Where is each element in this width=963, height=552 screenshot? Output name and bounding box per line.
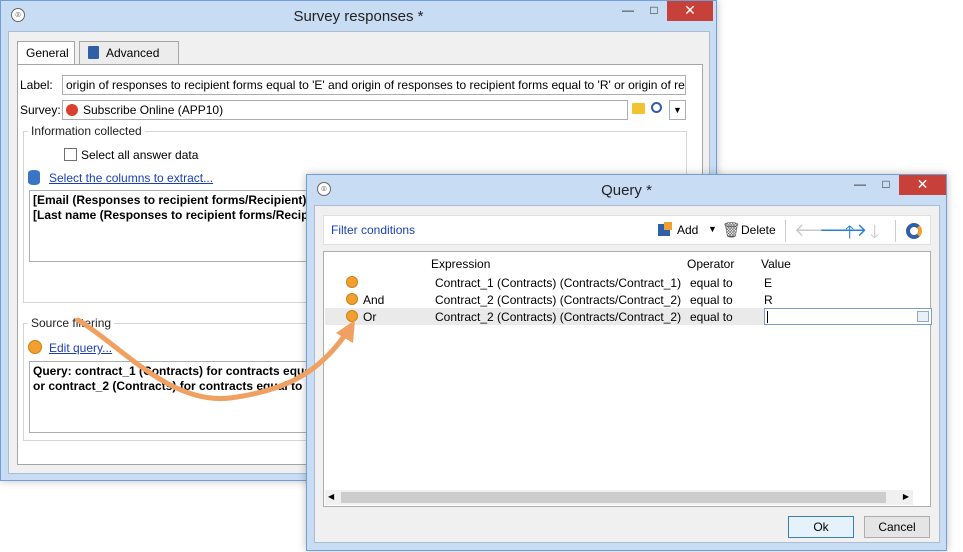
title-bar: ⌾ Survey responses * — □ ✕ [1,1,716,31]
survey-input[interactable]: Subscribe Online (APP10) [62,100,628,120]
operator-cell: equal to [690,293,733,307]
label-caption: Label: [20,78,53,92]
folder-icon[interactable] [632,103,645,114]
toolbar-divider [785,220,786,242]
logic-operator: And [363,293,385,307]
window-title: Survey responses * [293,8,424,25]
value-cell: R [764,293,773,307]
condition-row[interactable]: Contract_1 (Contracts) (Contracts/Contra… [325,274,913,291]
conditions-grid: Expression Operator Value Contract_1 (Co… [323,251,932,507]
source-filtering-title: Source filtering [28,316,115,330]
arrow-down-icon[interactable]: 🡓 [870,220,879,250]
delete-button[interactable]: Delete [741,223,776,237]
condition-icon [346,276,358,288]
information-collected-title: Information collected [28,124,145,138]
minimize-button[interactable]: — [847,175,873,195]
close-button[interactable]: ✕ [667,1,713,21]
add-icon[interactable] [658,222,672,238]
expression-cell: Contract_2 (Contracts) (Contracts/Contra… [435,293,682,307]
search-icon[interactable] [651,102,662,113]
or-condition-icon [346,310,358,322]
operator-cell: equal to [690,276,733,290]
tab-general[interactable]: General [17,41,75,66]
query-toolbar: Filter conditions Add ▼ 🗑 Delete 🡐 🡒 🡑 🡓 [323,215,931,245]
add-button[interactable]: Add [677,223,698,237]
arrow-right-icon[interactable]: 🡒 [819,220,867,241]
horizontal-scrollbar[interactable]: ◀ ▶ [325,490,913,505]
select-all-label: Select all answer data [81,148,199,162]
label-input[interactable]: origin of responses to recipient forms e… [62,75,686,95]
ok-button[interactable]: Ok [788,516,854,538]
survey-form-icon [66,104,78,116]
scroll-right-icon[interactable]: ▶ [903,492,909,501]
cancel-button[interactable]: Cancel [864,516,930,538]
toolbar-divider [895,220,896,242]
expression-cell: Contract_2 (Contracts) (Contracts/Contra… [435,310,682,324]
value-input[interactable] [764,308,932,325]
scroll-thumb[interactable] [341,492,886,503]
pie-chart-icon[interactable] [906,223,922,239]
query-window: ⌾ Query * — □ ✕ Filter conditions Add ▼ … [306,174,947,551]
add-dropdown-icon[interactable]: ▼ [708,224,717,234]
scroll-left-icon[interactable]: ◀ [328,492,334,501]
select-all-checkbox[interactable] [64,148,77,161]
expression-cell: Contract_1 (Contracts) (Contracts/Contra… [435,276,682,290]
filter-icon [28,340,42,354]
text-cursor [767,311,768,323]
value-editor-icon[interactable] [917,311,929,322]
logic-operator: Or [363,310,377,324]
trash-icon[interactable]: 🗑 [722,221,741,239]
tab-advanced[interactable]: Advanced [79,41,179,65]
select-columns-link[interactable]: Select the columns to extract... [49,171,213,185]
arrow-up-icon[interactable]: 🡑 [845,220,854,250]
title-bar: ⌾ Query * — □ ✕ [307,175,946,205]
maximize-button[interactable]: □ [641,1,667,21]
condition-row-selected[interactable]: Or Contract_2 (Contracts) (Contracts/Con… [325,308,932,325]
dialog-body: Filter conditions Add ▼ 🗑 Delete 🡐 🡒 🡑 🡓… [314,205,940,543]
database-icon [28,170,40,185]
value-cell: E [764,276,773,290]
survey-value: Subscribe Online (APP10) [83,103,224,117]
column-header-value: Value [761,257,791,271]
filter-conditions-label: Filter conditions [331,223,416,237]
maximize-button[interactable]: □ [873,175,899,195]
and-condition-icon [346,293,358,305]
minimize-button[interactable]: — [615,1,641,21]
operator-cell: equal to [690,310,733,324]
survey-caption: Survey: [20,103,61,117]
edit-query-link[interactable]: Edit query... [49,341,112,355]
close-button[interactable]: ✕ [899,175,946,195]
tab-advanced-label: Advanced [106,46,160,60]
column-header-expression: Expression [431,257,491,271]
condition-row[interactable]: And Contract_2 (Contracts) (Contracts/Co… [325,291,913,308]
tab-general-label: General [26,46,69,60]
chevron-down-icon[interactable]: ▼ [669,100,686,120]
column-header-operator: Operator [687,257,735,271]
clipboard-icon [88,46,99,59]
